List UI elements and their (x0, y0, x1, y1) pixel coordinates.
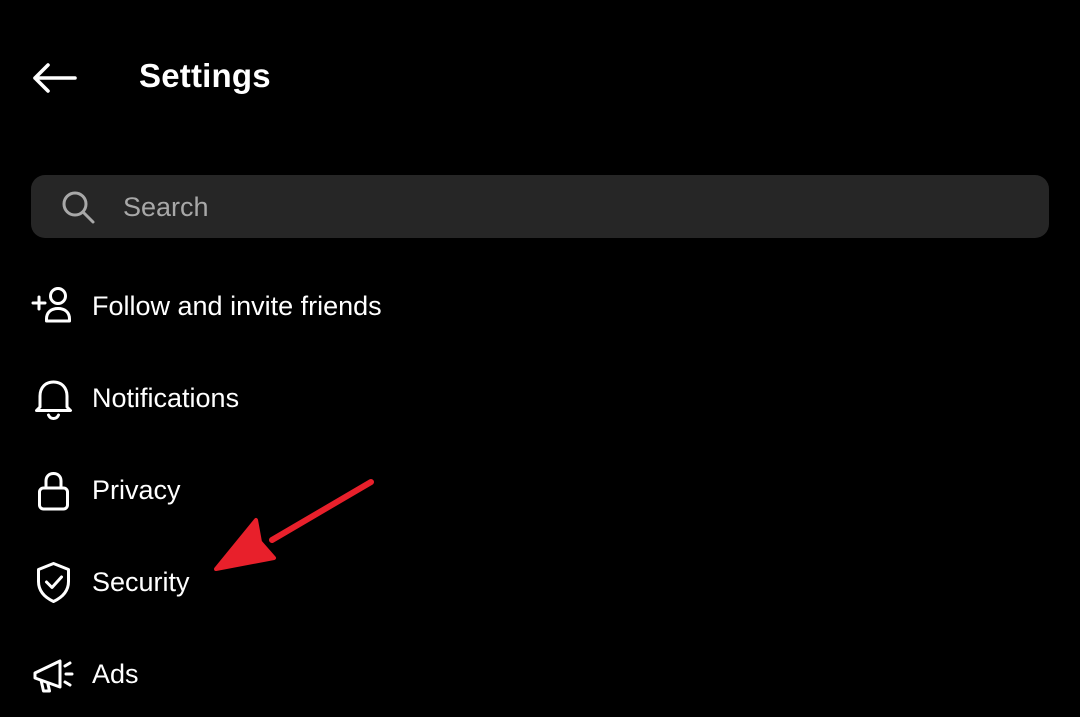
menu-item-security[interactable]: Security (0, 542, 1080, 622)
add-person-icon (31, 287, 71, 323)
lock-icon (38, 471, 69, 511)
search-input[interactable] (123, 186, 1003, 228)
back-button[interactable] (24, 50, 84, 106)
red-arrow-annotation (214, 479, 374, 571)
settings-header: Settings (0, 0, 1080, 152)
menu-item-ads[interactable]: Ads (0, 634, 1080, 714)
menu-item-label: Security (92, 567, 190, 597)
menu-item-label: Notifications (92, 383, 240, 413)
menu-item-label: Privacy (92, 475, 181, 505)
menu-item-label: Follow and invite friends (92, 291, 382, 321)
megaphone-icon (33, 659, 74, 693)
menu-item-notifications[interactable]: Notifications (0, 358, 1080, 438)
shield-check-icon (37, 562, 70, 603)
menu-item-privacy[interactable]: Privacy (0, 450, 1080, 530)
bell-icon (35, 380, 72, 420)
page-title: Settings (139, 57, 271, 94)
arrow-left-icon (33, 63, 77, 93)
menu-item-label: Ads (92, 659, 139, 689)
menu-item-follow-invite-friends[interactable]: Follow and invite friends (0, 266, 1080, 346)
search-icon (62, 191, 95, 224)
